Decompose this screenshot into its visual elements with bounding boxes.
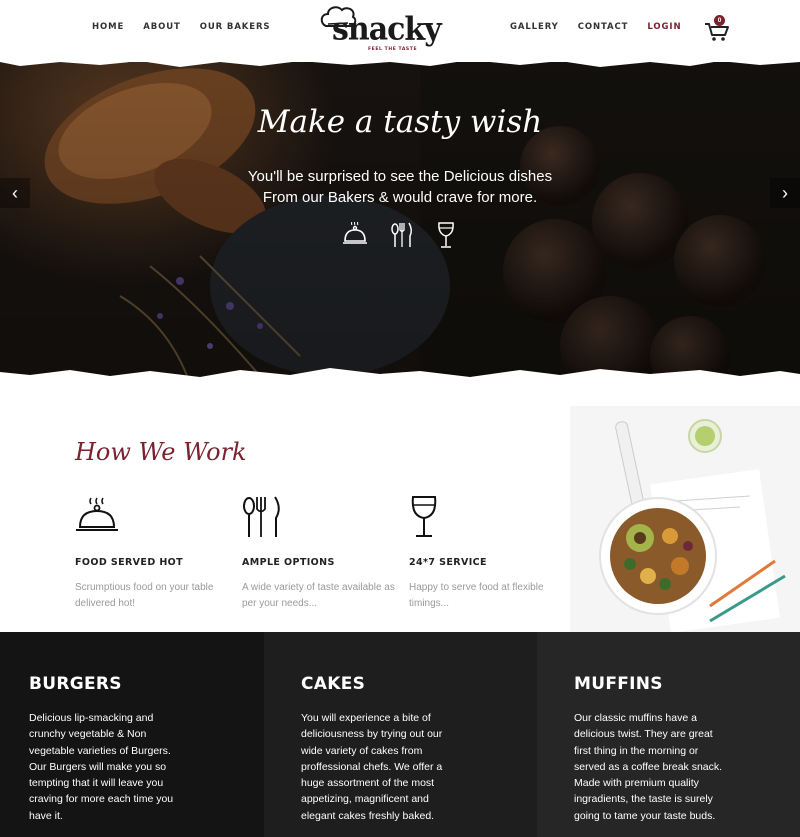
wine-glass-icon (438, 222, 454, 248)
hero-subtitle-line-2: From our Bakers & would crave for more. (262, 189, 538, 206)
nav-our-bakers[interactable]: OUR BAKERS (200, 22, 271, 32)
chevron-left-icon: ‹ (12, 183, 18, 203)
feature-title: 24*7 SERVICE (409, 557, 487, 568)
torn-edge-bottom (0, 368, 800, 384)
feature-description: Happy to serve food at flexible timings.… (409, 582, 544, 609)
feature-24-7-service: 24*7 SERVICE Happy to serve food at flex… (409, 494, 569, 612)
nav-gallery[interactable]: GALLERY (510, 22, 559, 32)
hero-slider: Make a tasty wish You'll be surprised to… (0, 56, 800, 384)
categories-section: BURGERS Delicious lip-smacking and crunc… (0, 632, 800, 837)
food-bowl-image (570, 406, 800, 632)
cutlery-icon (243, 496, 280, 537)
nav-right: GALLERY CONTACT LOGIN (510, 22, 700, 32)
feature-description: A wide variety of taste available as per… (242, 582, 395, 609)
feature-title: AMPLE OPTIONS (242, 557, 335, 568)
chevron-right-icon: › (782, 183, 788, 203)
nav-about[interactable]: ABOUT (143, 22, 180, 32)
cloche-icon (343, 222, 367, 244)
nav-home[interactable]: HOME (92, 22, 124, 32)
how-we-work-section: How We Work FOOD SERVED HOT Scrumptious … (0, 384, 800, 632)
category-title: BURGERS (29, 674, 122, 694)
feature-title: FOOD SERVED HOT (75, 557, 184, 568)
site-header: HOME ABOUT OUR BAKERS snacky FEEL THE TA… (0, 0, 800, 62)
logo-tagline: FEEL THE TASTE (368, 47, 418, 52)
hero-icon-row (342, 222, 456, 248)
category-muffins: MUFFINS Our classic muffins have a delic… (537, 632, 800, 837)
feature-food-served-hot: FOOD SERVED HOT Scrumptious food on your… (75, 494, 235, 612)
category-burgers: BURGERS Delicious lip-smacking and crunc… (0, 632, 264, 837)
cutlery-icon (391, 222, 413, 247)
section-title: How We Work (75, 438, 247, 466)
hero-subtitle: You'll be surprised to see the Delicious… (0, 166, 800, 208)
cloche-icon (76, 497, 118, 531)
category-title: MUFFINS (574, 674, 663, 694)
nav-login[interactable]: LOGIN (647, 22, 681, 32)
category-text: Delicious lip-smacking and crunchy veget… (29, 712, 174, 822)
category-title: CAKES (301, 674, 366, 694)
slider-prev-button[interactable]: ‹ (0, 178, 30, 208)
nav-left: HOME ABOUT OUR BAKERS (92, 22, 289, 32)
wine-glass-icon (411, 496, 437, 537)
hero-subtitle-line-1: You'll be surprised to see the Delicious… (247, 168, 553, 185)
cart-count-badge: 0 (714, 15, 725, 26)
feature-description: Scrumptious food on your table delivered… (75, 582, 214, 609)
category-text: Our classic muffins have a delicious twi… (574, 712, 723, 822)
nav-contact[interactable]: CONTACT (578, 22, 629, 32)
category-text: You will experience a bite of deliciousn… (301, 712, 443, 822)
site-logo[interactable]: snacky FEEL THE TASTE (318, 4, 442, 56)
cart-button[interactable]: 0 (704, 15, 730, 42)
logo-wordmark: snacky (332, 11, 442, 48)
hero-title: Make a tasty wish (257, 104, 543, 140)
feature-ample-options: AMPLE OPTIONS A wide variety of taste av… (242, 494, 402, 612)
category-cakes: CAKES You will experience a bite of deli… (264, 632, 537, 837)
slider-next-button[interactable]: › (770, 178, 800, 208)
